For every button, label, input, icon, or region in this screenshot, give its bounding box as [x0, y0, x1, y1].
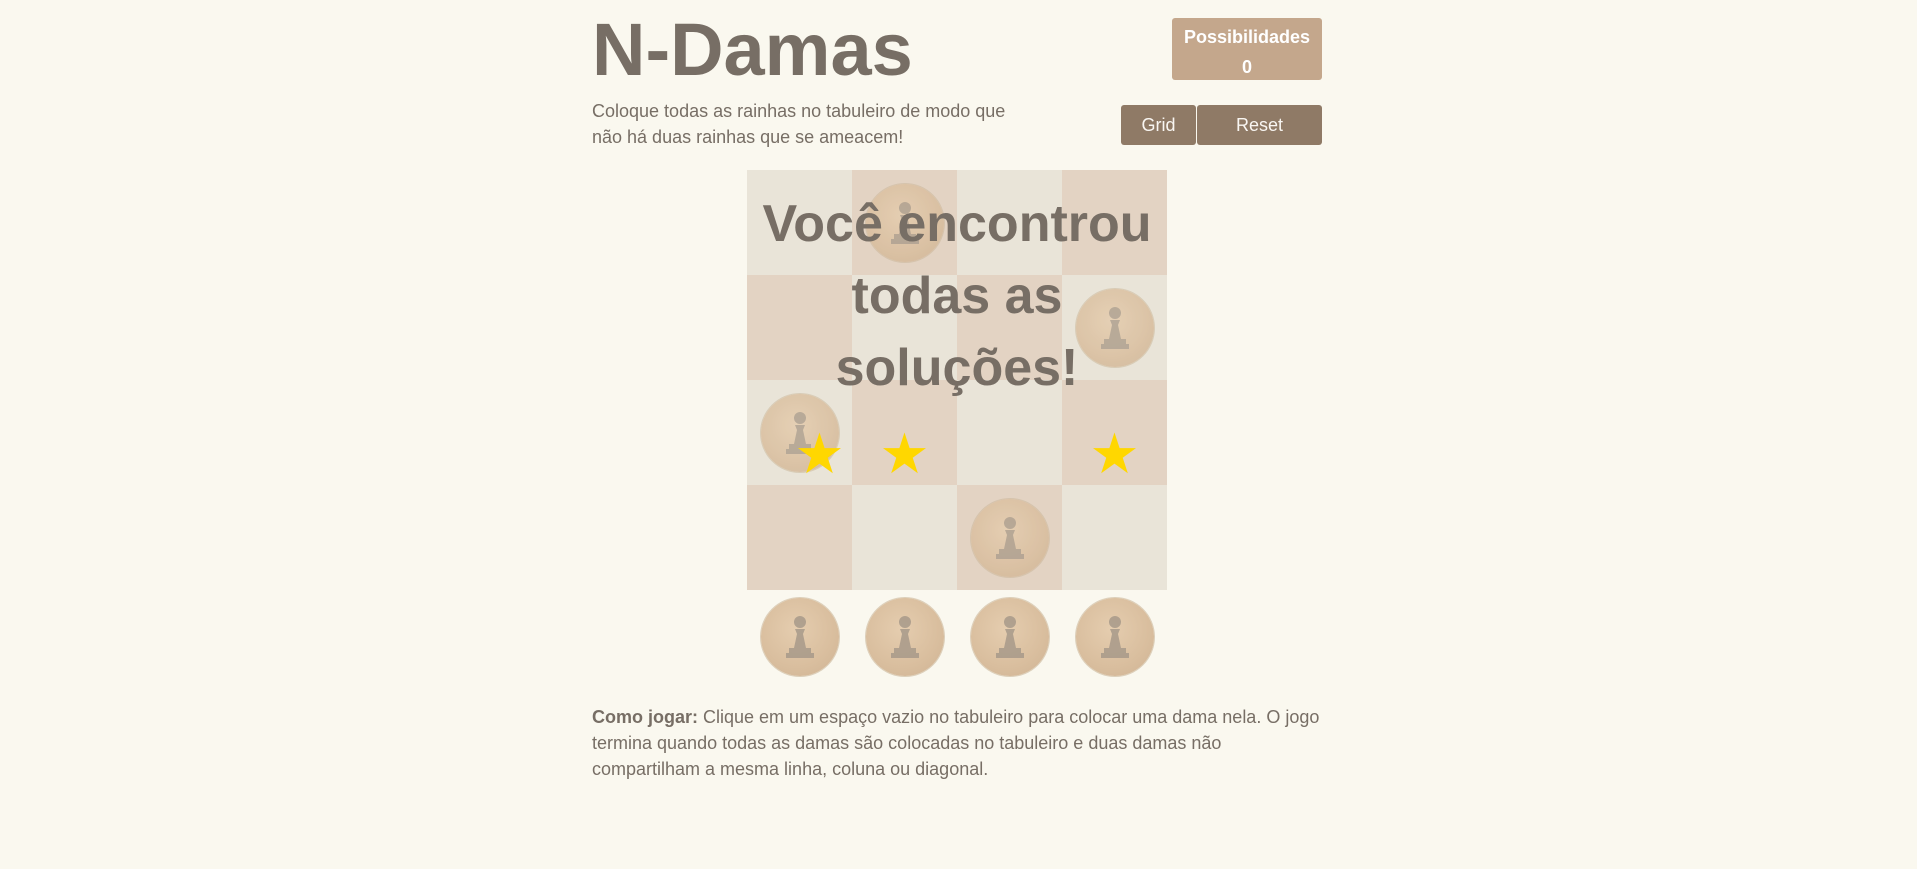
- score-label: Possibilidades: [1183, 27, 1311, 47]
- game-container: N-Damas Possibilidades 0 Coloque todas a…: [592, 0, 1322, 869]
- chess-board: Você encontrou todas as soluções! ★ ★ ★: [747, 170, 1167, 590]
- star-icon: ★: [794, 421, 845, 487]
- intro-text: Coloque todas as rainhas no tabuleiro de…: [592, 101, 1006, 147]
- page-title: N-Damas: [592, 8, 913, 91]
- queen-tray: [747, 598, 1167, 678]
- placed-queen[interactable]: [970, 498, 1049, 577]
- board-cell[interactable]: [747, 485, 852, 590]
- how-to-play: Como jogar: Clique em um espaço vazio no…: [592, 704, 1322, 782]
- score-value: 0: [1241, 57, 1252, 77]
- chess-piece-icon: [1100, 616, 1129, 658]
- solution-message: Você encontrou todas as soluções!: [762, 195, 1152, 397]
- chess-piece-icon: [785, 616, 814, 658]
- tray-queen[interactable]: [865, 598, 944, 676]
- tray-queen[interactable]: [1075, 598, 1154, 676]
- score-box: Possibilidades 0: [1172, 18, 1322, 80]
- how-to-play-text: Clique em um espaço vazio no tabuleiro p…: [592, 707, 1320, 779]
- board-cell[interactable]: [1062, 485, 1167, 590]
- star-icon: ★: [879, 421, 930, 487]
- reset-button[interactable]: Reset: [1197, 105, 1322, 145]
- chess-piece-icon: [890, 616, 919, 658]
- grid-button[interactable]: Grid: [1121, 105, 1196, 145]
- tray-queen[interactable]: [970, 598, 1049, 676]
- tray-queen[interactable]: [760, 598, 839, 676]
- how-to-play-label: Como jogar:: [592, 707, 698, 727]
- star-icon: ★: [1089, 421, 1140, 487]
- chess-piece-icon: [995, 516, 1024, 559]
- chess-piece-icon: [995, 616, 1024, 658]
- board-cell[interactable]: [852, 485, 957, 590]
